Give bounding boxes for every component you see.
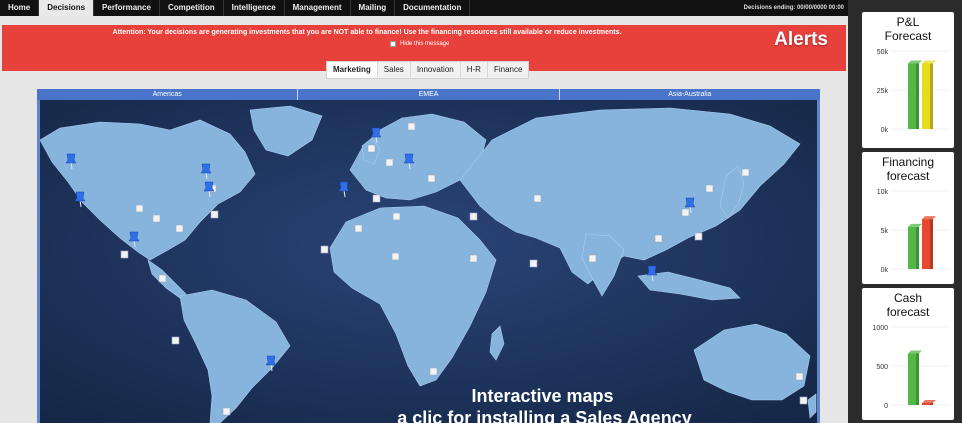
alert-title: Alerts [774, 29, 828, 50]
hide-message-checkbox[interactable] [390, 41, 396, 47]
cash-forecast-title: Cash forecast [886, 291, 930, 319]
forecast-tick-label: 50k [877, 49, 889, 56]
agency-slot-marker[interactable] [429, 367, 438, 376]
forecast-tick-label: 5k [881, 228, 889, 235]
top-nav: Home Decisions Performance Competition I… [0, 0, 848, 16]
hide-message-label: Hide this message [400, 41, 450, 47]
agency-slot-marker[interactable] [533, 194, 542, 203]
agency-slot-marker[interactable] [529, 259, 538, 268]
nav-tab-management[interactable]: Management [285, 0, 351, 16]
agency-slot-marker[interactable] [158, 274, 167, 283]
agency-slot-marker[interactable] [681, 208, 690, 217]
agency-slot-marker[interactable] [171, 336, 180, 345]
region-emea[interactable]: EMEA [298, 89, 560, 100]
agency-slot-marker[interactable] [705, 184, 714, 193]
forecast-tick-label: 10k [877, 189, 889, 196]
cash-forecast-card: Cash forecast 1000 500 0 [862, 288, 954, 420]
agency-slot-marker[interactable] [372, 194, 381, 203]
subtab-marketing[interactable]: Marketing [327, 62, 378, 78]
agency-slot-marker[interactable] [469, 254, 478, 263]
world-map-panel: Interactive maps a clic for installing a… [37, 100, 820, 423]
pl-forecast-chart: 50k 25k 0k [877, 49, 948, 134]
agency-slot-marker[interactable] [391, 252, 400, 261]
pl-forecast-card: P&L Forecast 50k 25k 0k [862, 12, 954, 148]
financing-forecast-title: Financing forecast [881, 155, 935, 183]
agency-slot-marker[interactable] [392, 212, 401, 221]
agency-slot-marker[interactable] [354, 224, 363, 233]
subtab-finance[interactable]: Finance [488, 62, 528, 78]
forecast-tick-label: 1000 [872, 325, 888, 332]
agency-slot-marker[interactable] [427, 174, 436, 183]
subtab-hr[interactable]: H-R [461, 62, 488, 78]
decision-subtabs: Marketing Sales Innovation H-R Finance [326, 61, 530, 79]
forecast-tick-label: 25k [877, 88, 889, 95]
financing-forecast-card: Financing forecast 10k 5k 0k [862, 152, 954, 284]
agency-slot-marker[interactable] [120, 250, 129, 259]
pl-forecast-title: P&L Forecast [884, 15, 932, 43]
financing-forecast-chart: 10k 5k 0k [877, 189, 948, 274]
forecast-tick-label: 0k [881, 127, 889, 134]
forecast-tick-label: 500 [876, 364, 888, 371]
forecast-tick-label: 0k [881, 267, 889, 274]
agency-slot-marker[interactable] [385, 158, 394, 167]
agency-slot-marker[interactable] [175, 224, 184, 233]
nav-tab-intelligence[interactable]: Intelligence [224, 0, 285, 16]
cash-forecast-chart: 1000 500 0 [872, 325, 948, 410]
agency-slot-marker[interactable] [135, 204, 144, 213]
alert-message: Attention: Your decisions are generating… [112, 29, 622, 36]
nav-tab-decisions[interactable]: Decisions [39, 0, 95, 16]
agency-slot-marker[interactable] [654, 234, 663, 243]
nav-tab-home[interactable]: Home [0, 0, 40, 16]
agency-slot-marker[interactable] [320, 245, 329, 254]
agency-slot-marker[interactable] [469, 212, 478, 221]
region-americas[interactable]: Americas [37, 89, 299, 100]
map-caption-title: Interactive maps [471, 386, 614, 406]
main-content: Attention: Your decisions are generating… [0, 16, 848, 423]
map-caption-subtitle: a clic for installing a Sales Agency [397, 408, 692, 423]
agency-slot-marker[interactable] [210, 210, 219, 219]
subtab-sales[interactable]: Sales [378, 62, 411, 78]
nav-tab-documentation[interactable]: Documentation [395, 0, 471, 16]
forecast-bar [908, 60, 922, 130]
decisions-deadline: Decisions ending: 00/00/0000 00:00 [743, 5, 844, 11]
hide-message-control[interactable]: Hide this message [390, 41, 449, 47]
world-map[interactable] [40, 100, 817, 423]
forecast-bar [922, 216, 936, 269]
forecast-panel: P&L Forecast 50k 25k 0k Financing forecast… [848, 0, 962, 423]
nav-tab-mailing[interactable]: Mailing [351, 0, 396, 16]
subtab-innovation[interactable]: Innovation [411, 62, 461, 78]
agency-slot-marker[interactable] [741, 168, 750, 177]
nav-tab-performance[interactable]: Performance [94, 0, 160, 16]
forecast-bar [922, 60, 936, 130]
agency-slot-marker[interactable] [407, 122, 416, 131]
forecast-bar [908, 350, 922, 405]
app-root: Home Decisions Performance Competition I… [0, 0, 962, 423]
agency-slot-marker[interactable] [588, 254, 597, 263]
nav-tab-competition[interactable]: Competition [160, 0, 224, 16]
region-asia-australia[interactable]: Asia-Australia [560, 89, 820, 100]
forecast-tick-label: 0 [884, 403, 888, 410]
agency-slot-marker[interactable] [367, 144, 376, 153]
forecast-bar [908, 223, 922, 269]
agency-slot-marker[interactable] [152, 214, 161, 223]
agency-slot-marker[interactable] [694, 232, 703, 241]
region-selector: Americas EMEA Asia-Australia [37, 89, 820, 100]
forecast-bar [922, 400, 936, 405]
agency-slot-marker[interactable] [795, 372, 804, 381]
